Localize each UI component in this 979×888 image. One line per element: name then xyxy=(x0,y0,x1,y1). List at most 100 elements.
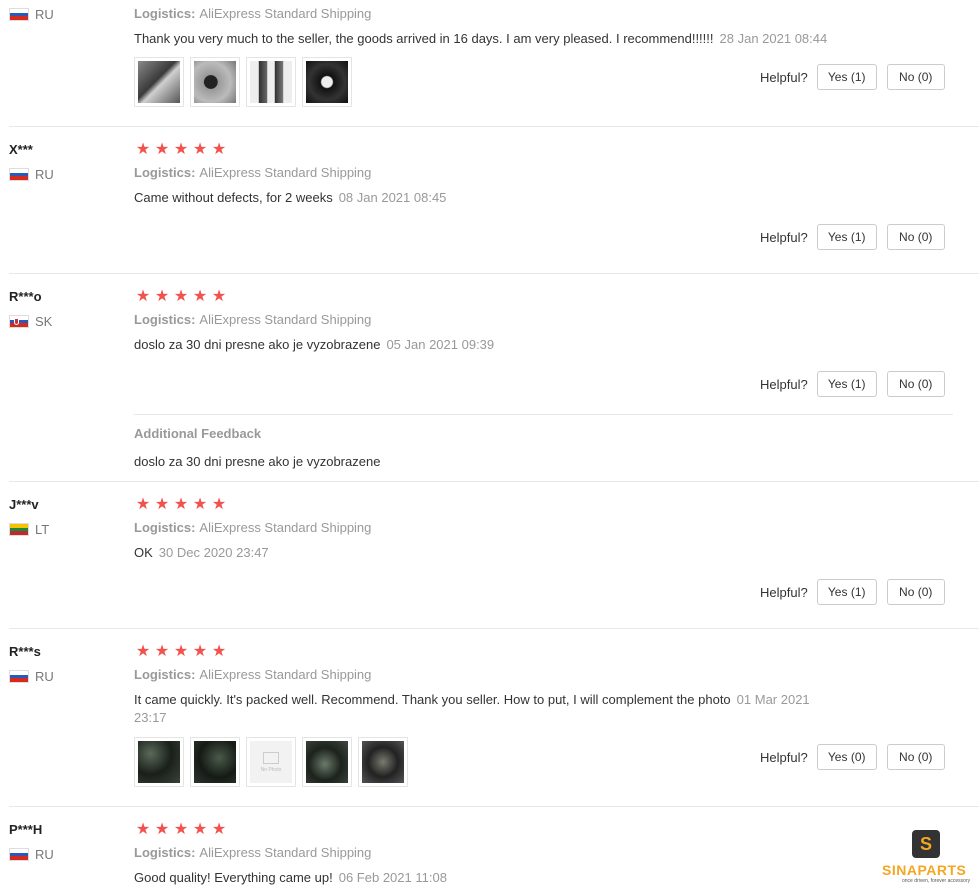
flag-ru-icon xyxy=(9,168,29,181)
country-code: SK xyxy=(35,314,53,329)
helpful-yes-button[interactable]: Yes (1) xyxy=(816,371,877,397)
brand-name: SINAPARTS xyxy=(882,862,967,878)
review-photo-thumbnail[interactable] xyxy=(134,737,184,787)
logistics-info: Logistics: AliExpress Standard Shipping xyxy=(134,520,372,535)
logistics-info: Logistics: AliExpress Standard Shipping xyxy=(134,165,372,180)
flag-lt-icon xyxy=(9,523,29,536)
brand-watermark: S SINAPARTS once driven, forever accesso… xyxy=(880,830,972,886)
helpful-yes-button[interactable]: Yes (0) xyxy=(816,744,877,770)
star-icon: ★ xyxy=(154,496,170,513)
star-icon: ★ xyxy=(211,643,227,660)
review-text: Came without defects, for 2 weeks 08 Jan … xyxy=(134,190,447,205)
review-photos: No Photo xyxy=(134,737,408,787)
no-photo-icon xyxy=(263,751,279,764)
review-photo-thumbnail[interactable] xyxy=(190,57,240,107)
star-icon: ★ xyxy=(154,821,170,838)
helpful-no-button[interactable]: No (0) xyxy=(886,64,945,90)
review-text: Thank you very much to the seller, the g… xyxy=(134,31,828,46)
helpful-no-button[interactable]: No (0) xyxy=(886,579,945,605)
review-text: It came quickly. It's packed well. Recom… xyxy=(134,692,810,725)
review-date: 30 Dec 2020 23:47 xyxy=(158,545,269,560)
star-icon: ★ xyxy=(135,288,151,305)
star-rating: ★ ★ ★ ★ ★ xyxy=(134,497,228,513)
review-time: 23:17 xyxy=(134,710,167,725)
review-photo-thumbnail[interactable] xyxy=(134,57,184,107)
country-code: LT xyxy=(35,522,50,537)
user-country: RU xyxy=(9,7,54,22)
additional-divider xyxy=(134,414,953,415)
flag-ru-icon xyxy=(9,8,29,21)
helpful-yes-button[interactable]: Yes (1) xyxy=(816,64,877,90)
helpful-no-button[interactable]: No (0) xyxy=(886,371,945,397)
user-name: P***H xyxy=(9,822,43,837)
star-rating: ★ ★ ★ ★ ★ xyxy=(134,822,228,838)
star-icon: ★ xyxy=(173,496,189,513)
star-icon: ★ xyxy=(192,141,208,158)
star-icon: ★ xyxy=(192,643,208,660)
helpful-label: Helpful? xyxy=(760,749,808,765)
star-rating: ★ ★ ★ ★ ★ xyxy=(134,644,228,660)
brand-badge-icon: S xyxy=(912,830,940,858)
star-rating: ★ ★ ★ ★ ★ xyxy=(134,142,228,158)
review-divider xyxy=(9,481,979,482)
review-divider xyxy=(9,806,979,807)
star-icon: ★ xyxy=(173,821,189,838)
review-photo-thumbnail[interactable] xyxy=(302,57,352,107)
country-code: RU xyxy=(35,669,54,684)
helpful-no-button[interactable]: No (0) xyxy=(886,744,945,770)
helpful-vote: Helpful? Yes (1) No (0) xyxy=(760,224,945,250)
star-icon: ★ xyxy=(173,288,189,305)
logistics-info: Logistics: AliExpress Standard Shipping xyxy=(134,667,372,682)
logistics-info: Logistics: AliExpress Standard Shipping xyxy=(134,6,372,21)
helpful-label: Helpful? xyxy=(760,69,808,85)
star-icon: ★ xyxy=(135,643,151,660)
review-date: 05 Jan 2021 09:39 xyxy=(386,337,495,352)
review-divider xyxy=(9,126,979,127)
user-country: LT xyxy=(9,522,49,537)
review-photo-thumbnail[interactable] xyxy=(358,737,408,787)
review-photo-thumbnail[interactable] xyxy=(190,737,240,787)
review-photo-thumbnail[interactable] xyxy=(246,57,296,107)
helpful-label: Helpful? xyxy=(760,376,808,392)
flag-sk-icon xyxy=(9,315,29,328)
helpful-vote: Helpful? Yes (1) No (0) xyxy=(760,371,945,397)
review-text: OK 30 Dec 2020 23:47 xyxy=(134,545,269,560)
star-icon: ★ xyxy=(135,496,151,513)
review-divider xyxy=(9,273,979,274)
review-date: 08 Jan 2021 08:45 xyxy=(338,190,447,205)
star-rating: ★ ★ ★ ★ ★ xyxy=(134,289,228,305)
star-icon: ★ xyxy=(135,821,151,838)
no-photo-label: No Photo xyxy=(260,766,282,773)
helpful-no-button[interactable]: No (0) xyxy=(886,224,945,250)
helpful-label: Helpful? xyxy=(760,584,808,600)
review-date: 01 Mar 2021 xyxy=(736,692,810,707)
review-text: Good quality! Everything came up! 06 Feb … xyxy=(134,870,447,885)
country-code: RU xyxy=(35,847,54,862)
star-icon: ★ xyxy=(211,141,227,158)
flag-ru-icon xyxy=(9,848,29,861)
user-name: X*** xyxy=(9,142,33,157)
review-date: 28 Jan 2021 08:44 xyxy=(719,31,828,46)
star-icon: ★ xyxy=(211,821,227,838)
star-icon: ★ xyxy=(211,496,227,513)
helpful-yes-button[interactable]: Yes (1) xyxy=(816,579,877,605)
review-photo-thumbnail[interactable]: No Photo xyxy=(246,737,296,787)
user-country: RU xyxy=(9,167,54,182)
star-icon: ★ xyxy=(154,288,170,305)
country-code: RU xyxy=(35,7,54,22)
review-photo-thumbnail[interactable] xyxy=(302,737,352,787)
star-icon: ★ xyxy=(173,141,189,158)
star-icon: ★ xyxy=(154,643,170,660)
review-photos xyxy=(134,57,352,107)
helpful-vote: Helpful? Yes (1) No (0) xyxy=(760,579,945,605)
helpful-label: Helpful? xyxy=(760,229,808,245)
star-icon: ★ xyxy=(154,141,170,158)
user-name: R***o xyxy=(9,289,42,304)
star-icon: ★ xyxy=(173,643,189,660)
user-name: J***v xyxy=(9,497,39,512)
helpful-yes-button[interactable]: Yes (1) xyxy=(816,224,877,250)
flag-ru-icon xyxy=(9,670,29,683)
review-text: doslo za 30 dni presne ako je vyzobrazen… xyxy=(134,337,495,352)
brand-tagline: once driven, forever accessory xyxy=(902,878,971,884)
review-divider xyxy=(9,628,979,629)
